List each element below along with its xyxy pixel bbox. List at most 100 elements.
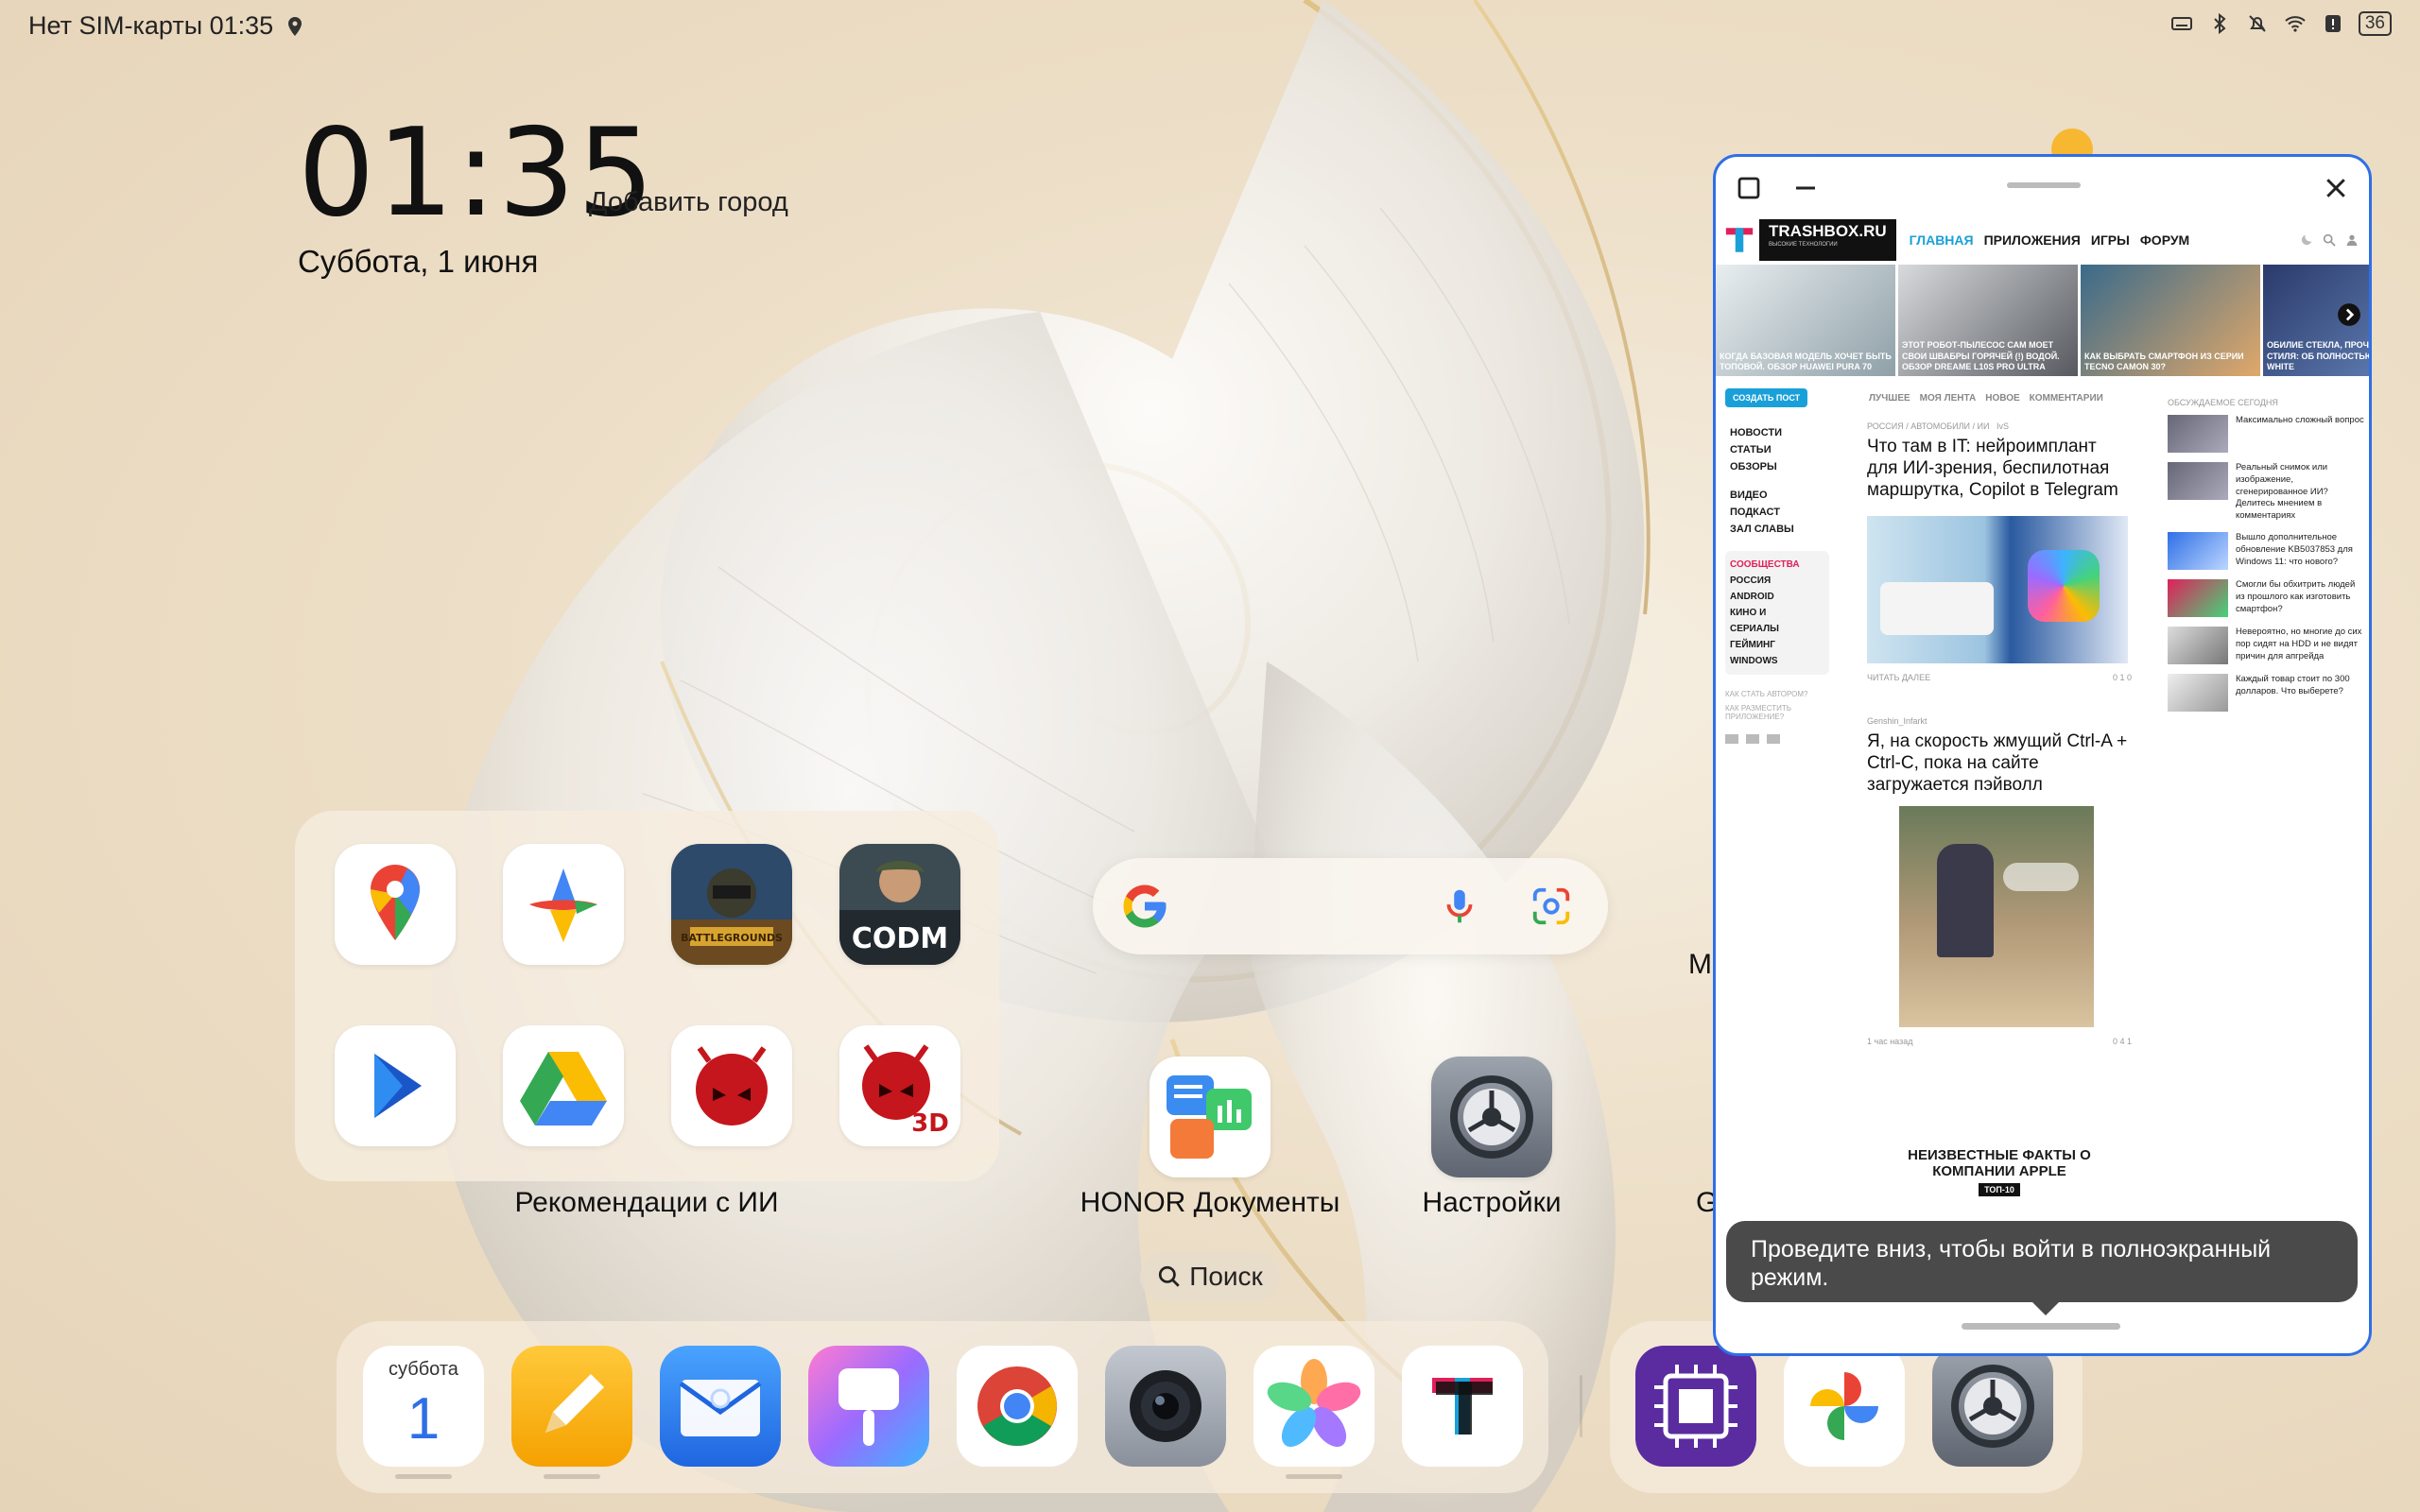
- discussed-item[interactable]: Максимально сложный вопрос: [2168, 415, 2366, 453]
- tab-new[interactable]: НОВОЕ: [1985, 393, 2019, 404]
- carousel-item[interactable]: ЭТОТ РОБОТ-ПЫЛЕСОС САМ МОЕТ СВОИ ШВАБРЫ …: [1898, 265, 2078, 376]
- floating-window[interactable]: TRASHBOX.RU ВЫСОКИЕ ТЕХНОЛОГИИ ГЛАВНАЯ П…: [1713, 154, 2372, 1356]
- nav-games[interactable]: ИГРЫ: [2091, 232, 2130, 248]
- thumb: [2168, 674, 2228, 713]
- google-one-icon[interactable]: [503, 844, 624, 965]
- community-item[interactable]: КИНО И: [1725, 605, 1829, 621]
- clock-widget[interactable]: 01:35 Добавить город Суббота, 1 июня: [298, 113, 788, 280]
- window-drag-handle[interactable]: [2007, 182, 2081, 188]
- discussed-item[interactable]: Смогли бы обхитрить людей из прошлого ка…: [2168, 579, 2366, 618]
- left-nav-item[interactable]: ОБЗОРЫ: [1725, 458, 1829, 475]
- user-icon[interactable]: [2344, 232, 2360, 248]
- community-item[interactable]: РОССИЯ: [1725, 573, 1829, 589]
- left-nav-item[interactable]: СТАТЬИ: [1725, 441, 1829, 458]
- post-image[interactable]: [1867, 516, 2128, 664]
- site-logo-sub: ВЫСОКИЕ ТЕХНОЛОГИИ: [1769, 242, 1838, 248]
- post-author[interactable]: IvS: [1996, 421, 2009, 431]
- minimize-icon[interactable]: [1791, 174, 1820, 202]
- running-indicator: [1286, 1474, 1342, 1479]
- window-title-bar[interactable]: [1716, 157, 2369, 215]
- nav-forum[interactable]: ФОРУМ: [2140, 232, 2189, 248]
- left-nav-item[interactable]: НОВОСТИ: [1725, 424, 1829, 441]
- wifi-icon: [2285, 16, 2306, 32]
- theme-toggle-icon[interactable]: [2299, 232, 2314, 248]
- post-image[interactable]: [1899, 805, 2094, 1027]
- nav-apps[interactable]: ПРИЛОЖЕНИЯ: [1984, 232, 2081, 248]
- codm-icon[interactable]: CODM: [839, 844, 960, 965]
- tab-best[interactable]: ЛУЧШЕЕ: [1869, 393, 1910, 404]
- post-title[interactable]: Я, на скорость жмущий Ctrl-A + Ctrl-C, п…: [1867, 731, 2132, 796]
- honor-docs-icon[interactable]: [1150, 1057, 1270, 1177]
- community-item[interactable]: ANDROID: [1725, 589, 1829, 605]
- community-item[interactable]: ГЕЙМИНГ: [1725, 637, 1829, 653]
- telegram-icon[interactable]: [1746, 734, 1759, 744]
- maximize-icon[interactable]: [1735, 174, 1763, 202]
- tab-comments[interactable]: КОММЕНТАРИИ: [2030, 393, 2103, 404]
- microphone-icon[interactable]: [1438, 885, 1481, 928]
- left-nav-item[interactable]: ВИДЕО: [1725, 487, 1829, 504]
- smoke-shape: [2003, 862, 2079, 891]
- site-logo[interactable]: TRASHBOX.RU ВЫСОКИЕ ТЕХНОЛОГИИ: [1759, 219, 1896, 261]
- post-time: 1 час назад: [1867, 1036, 1913, 1046]
- carousel-next-icon[interactable]: [2337, 302, 2361, 327]
- create-post-button[interactable]: СОЗДАТЬ ПОСТ: [1725, 388, 1808, 407]
- search-pill[interactable]: Поиск: [1140, 1252, 1280, 1301]
- discussed-item[interactable]: Невероятно, но многие до сих пор сидят н…: [2168, 627, 2366, 665]
- ai-recommendations-folder[interactable]: BATTLEGROUNDS CODM 3D: [295, 811, 999, 1181]
- communities-title[interactable]: СООБЩЕСТВА: [1725, 557, 1829, 573]
- cpu-z-icon[interactable]: [1635, 1346, 1756, 1467]
- fact-block[interactable]: НЕИЗВЕСТНЫЕ ФАКТЫ О КОМПАНИИ APPLE ТОП-1…: [1867, 1147, 2132, 1196]
- tab-my-feed[interactable]: МОЯ ЛЕНТА: [1920, 393, 1977, 404]
- settings-icon[interactable]: [1431, 1057, 1552, 1177]
- keyboard-icon: [2170, 17, 2192, 30]
- discussed-item[interactable]: Реальный снимок или изображение, сгенери…: [2168, 462, 2366, 523]
- google-lens-icon[interactable]: [1530, 885, 1573, 928]
- post-author[interactable]: Genshin_Infarkt: [1867, 716, 2132, 726]
- discussed-item[interactable]: Каждый товар стоит по 300 долларов. Что …: [2168, 674, 2366, 713]
- nav-main[interactable]: ГЛАВНАЯ: [1910, 232, 1974, 248]
- google-maps-icon[interactable]: [335, 844, 456, 965]
- location-icon: [288, 16, 302, 36]
- read-more-link[interactable]: ЧИТАТЬ ДАЛЕЕ: [1867, 673, 1930, 682]
- window-bottom-handle[interactable]: [1962, 1323, 2120, 1330]
- notes-icon[interactable]: [511, 1346, 632, 1467]
- chrome-icon[interactable]: [957, 1346, 1078, 1467]
- carousel-item[interactable]: КАК ВЫБРАТЬ СМАРТФОН ИЗ СЕРИИ TECNO CAMO…: [2081, 265, 2260, 376]
- trashbox-icon[interactable]: [1402, 1346, 1523, 1467]
- left-nav-item[interactable]: ЗАЛ СЛАВЫ: [1725, 521, 1829, 538]
- pubg-mobile-icon[interactable]: BATTLEGROUNDS: [671, 844, 792, 965]
- add-city-link[interactable]: Добавить город: [589, 187, 788, 218]
- settings-recent-icon[interactable]: [1932, 1346, 2053, 1467]
- google-drive-icon[interactable]: [503, 1025, 624, 1146]
- honor-docs-label[interactable]: HONOR Документы: [1080, 1187, 1340, 1219]
- carousel-item[interactable]: КОГДА БАЗОВАЯ МОДЕЛЬ ХОЧЕТ БЫТЬ ТОПОВОЙ.…: [1716, 265, 1895, 376]
- youtube-icon[interactable]: [1767, 734, 1780, 744]
- carousel-text: КАК ВЫБРАТЬ СМАРТФОН ИЗ СЕРИИ TECNO CAMO…: [2084, 351, 2244, 372]
- antutu-icon[interactable]: [671, 1025, 792, 1146]
- left-link[interactable]: КАК СТАТЬ АВТОРОМ?: [1725, 690, 1829, 698]
- gallery-icon[interactable]: [1253, 1346, 1374, 1467]
- play-video-icon[interactable]: [335, 1025, 456, 1146]
- close-icon[interactable]: [2322, 174, 2350, 202]
- settings-label[interactable]: Настройки: [1422, 1187, 1561, 1219]
- community-item[interactable]: СЕРИАЛЫ: [1725, 621, 1829, 637]
- email-icon[interactable]: [660, 1346, 781, 1467]
- google-photos-icon[interactable]: [1784, 1346, 1905, 1467]
- featured-carousel: КОГДА БАЗОВАЯ МОДЕЛЬ ХОЧЕТ БЫТЬ ТОПОВОЙ.…: [1716, 265, 2369, 376]
- themes-icon[interactable]: [808, 1346, 929, 1467]
- folder-label[interactable]: Рекомендации с ИИ: [514, 1187, 778, 1219]
- vk-icon[interactable]: [1725, 734, 1738, 744]
- discussed-item[interactable]: Вышло дополнительное обновление KB503785…: [2168, 532, 2366, 571]
- fullscreen-hint-toast: Проведите вниз, чтобы войти в полноэкран…: [1726, 1221, 2358, 1302]
- search-icon[interactable]: [2322, 232, 2337, 248]
- antutu-3d-icon[interactable]: 3D: [839, 1025, 960, 1146]
- google-search-widget[interactable]: [1093, 858, 1608, 954]
- left-nav-item[interactable]: ПОДКАСТ: [1725, 504, 1829, 521]
- community-item[interactable]: WINDOWS: [1725, 653, 1829, 669]
- post-category[interactable]: РОССИЯ / АВТОМОБИЛИ / ИИ: [1867, 421, 1989, 431]
- calendar-icon[interactable]: суббота 1: [363, 1346, 484, 1467]
- trashbox-logo-icon[interactable]: [1723, 224, 1755, 256]
- left-link[interactable]: КАК РАЗМЕСТИТЬ ПРИЛОЖЕНИЕ?: [1725, 704, 1829, 721]
- post-title[interactable]: Что там в IT: нейроимплант для ИИ-зрения…: [1867, 437, 2132, 501]
- camera-icon[interactable]: [1105, 1346, 1226, 1467]
